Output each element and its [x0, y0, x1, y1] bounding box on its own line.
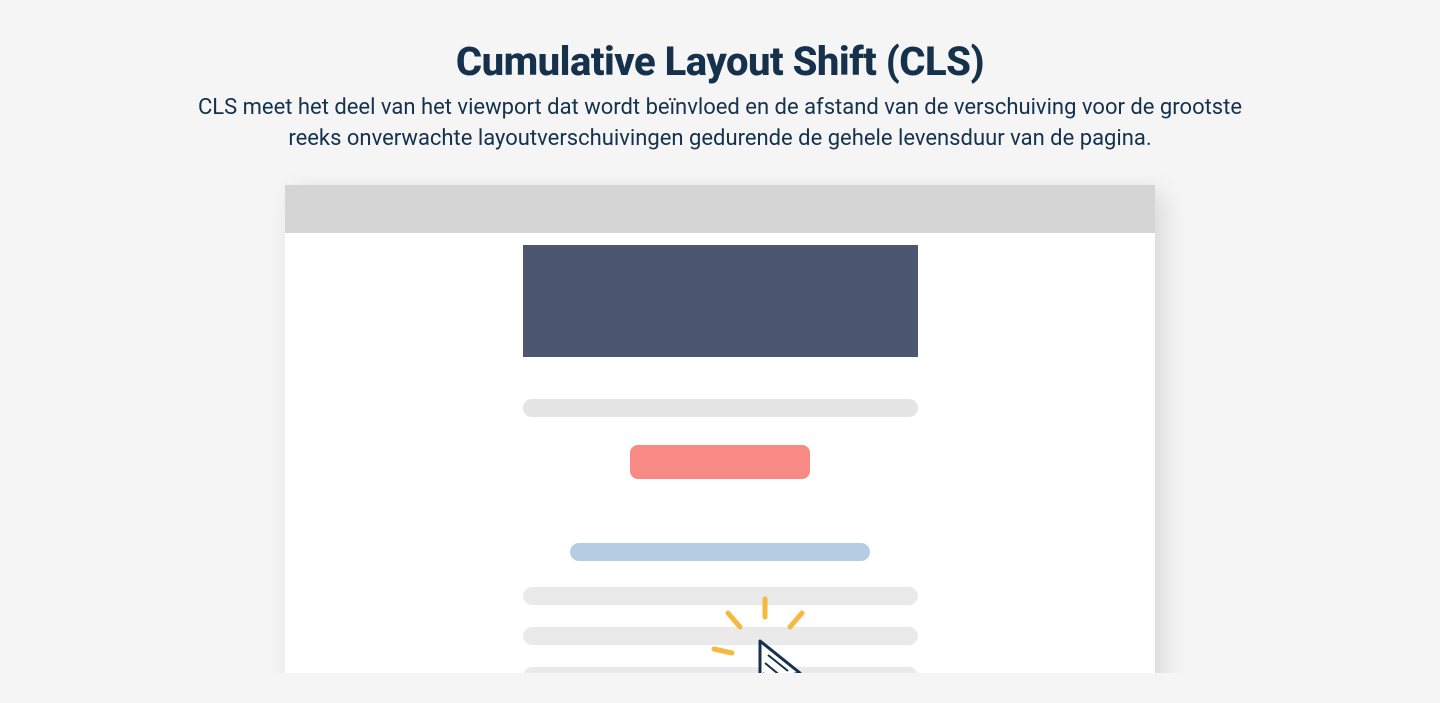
mockup-hero-block	[523, 245, 918, 357]
page-mockup-wrapper	[285, 185, 1155, 673]
page-mockup	[285, 185, 1155, 673]
mockup-text-line	[523, 667, 918, 673]
mockup-caption-bar	[523, 399, 918, 417]
diagram-container: Cumulative Layout Shift (CLS) CLS meet h…	[30, 30, 1410, 673]
mockup-text-line	[523, 587, 918, 605]
page-description: CLS meet het deel van het viewport dat w…	[170, 93, 1270, 155]
mockup-header-bar	[285, 185, 1155, 233]
page-title: Cumulative Layout Shift (CLS)	[456, 38, 984, 85]
mockup-action-button	[630, 445, 810, 479]
mockup-text-line	[523, 627, 918, 645]
mockup-subheading	[570, 543, 870, 561]
